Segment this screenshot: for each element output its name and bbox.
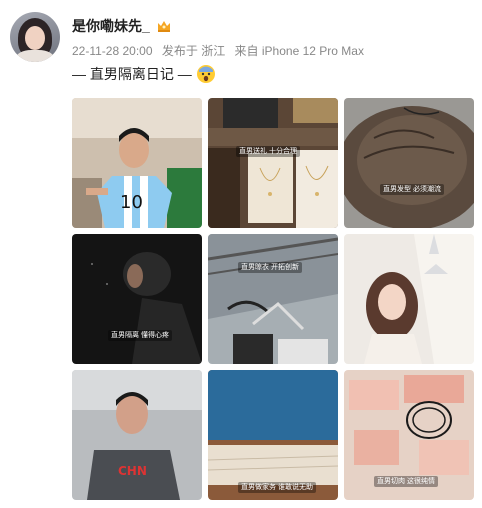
photo-hair-closeup-image xyxy=(344,98,474,228)
photo-floor-towel-image xyxy=(208,370,338,500)
username[interactable]: 是你嘞妹先_ xyxy=(72,16,150,36)
photo-drying-rack-image xyxy=(208,234,338,364)
photo-meat-slices[interactable]: 直男切肉 这很纯情 xyxy=(344,370,474,500)
post-timestamp[interactable]: 22-11-28 20:00 xyxy=(72,44,153,58)
photo-girl-selfie[interactable] xyxy=(344,234,474,364)
svg-text:10: 10 xyxy=(120,192,143,213)
post-meta: 22-11-28 20:00 发布于 浙江 来自 iPhone 12 Pro M… xyxy=(72,42,370,59)
user-avatar[interactable] xyxy=(10,12,60,62)
photo-man-dark[interactable]: 直男隔离 懂得心疼 xyxy=(72,234,202,364)
crown-badge-icon xyxy=(157,21,170,32)
user-name-row: 是你嘞妹先_ xyxy=(72,16,172,36)
svg-text:CHN: CHN xyxy=(118,464,147,478)
post-location: 发布于 浙江 xyxy=(161,44,226,58)
photo-caption: 直男晾衣 开拓创新 xyxy=(238,262,302,273)
photo-floor-towel[interactable]: 直男做家务 谁敢说无助 xyxy=(208,370,338,500)
photo-man-smiling[interactable]: CHN xyxy=(72,370,202,500)
photo-jewelry-gifts-image xyxy=(208,98,338,228)
photo-jewelry-gifts[interactable]: 直男送礼 十分合理 xyxy=(208,98,338,228)
photo-man-smiling-image: CHN xyxy=(72,370,202,500)
photo-man-dark-image xyxy=(72,234,202,364)
post-text: — 直男隔离日记 — xyxy=(72,64,216,84)
photo-drying-rack[interactable]: 直男晾衣 开拓创新 xyxy=(208,234,338,364)
photo-girl-selfie-image xyxy=(344,234,474,364)
photo-hair-closeup[interactable]: 直男发型 必须潮流 xyxy=(344,98,474,228)
photo-caption: 直男发型 必须潮流 xyxy=(380,184,444,195)
fearful-face-emoji-icon xyxy=(196,65,215,83)
photo-caption: 直男做家务 谁敢说无助 xyxy=(238,482,316,493)
photo-man-jersey[interactable]: 10 xyxy=(72,98,202,228)
photo-caption: 直男隔离 懂得心疼 xyxy=(108,330,172,341)
photo-caption: 直男送礼 十分合理 xyxy=(236,146,300,157)
image-grid: 10 直男送礼 十分合理 直男发型 必须潮流 直男隔离 懂得心疼 直男晾衣 开拓… xyxy=(72,98,476,500)
post-source: 来自 iPhone 12 Pro Max xyxy=(234,44,364,58)
post-body: — 直男隔离日记 — xyxy=(72,66,192,82)
photo-caption: 直男切肉 这很纯情 xyxy=(374,476,438,487)
photo-man-jersey-image: 10 xyxy=(72,98,202,228)
